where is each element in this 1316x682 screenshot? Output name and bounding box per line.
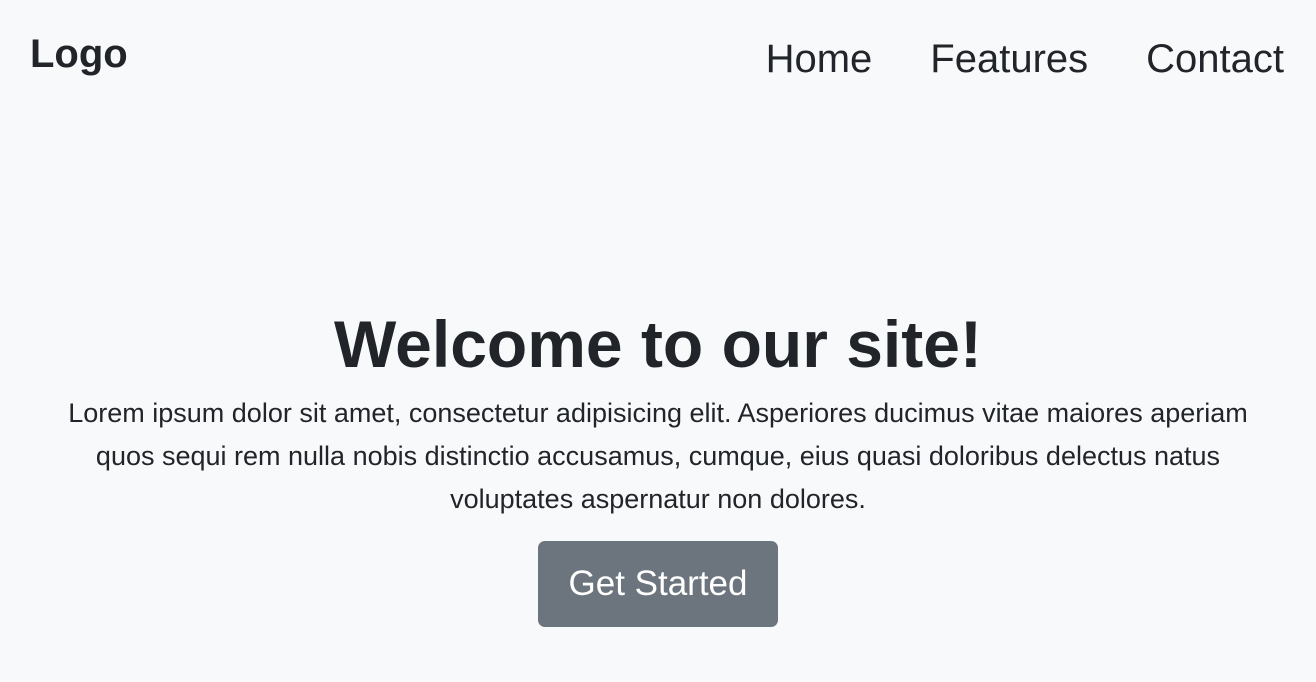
hero-title: Welcome to our site! <box>334 307 982 381</box>
get-started-button[interactable]: Get Started <box>538 541 778 627</box>
nav-link-contact[interactable]: Contact <box>1146 34 1284 84</box>
nav-links: Home Features Contact <box>766 34 1284 84</box>
logo-link[interactable]: Logo <box>30 30 128 78</box>
navbar: Logo Home Features Contact <box>0 0 1316 110</box>
nav-link-features[interactable]: Features <box>930 34 1088 84</box>
hero-description: Lorem ipsum dolor sit amet, consectetur … <box>68 398 1248 514</box>
nav-link-home[interactable]: Home <box>766 34 873 84</box>
page: Logo Home Features Contact Welcome to ou… <box>0 0 1316 682</box>
hero-section: Welcome to our site! Lorem ipsum dolor s… <box>0 300 1316 627</box>
